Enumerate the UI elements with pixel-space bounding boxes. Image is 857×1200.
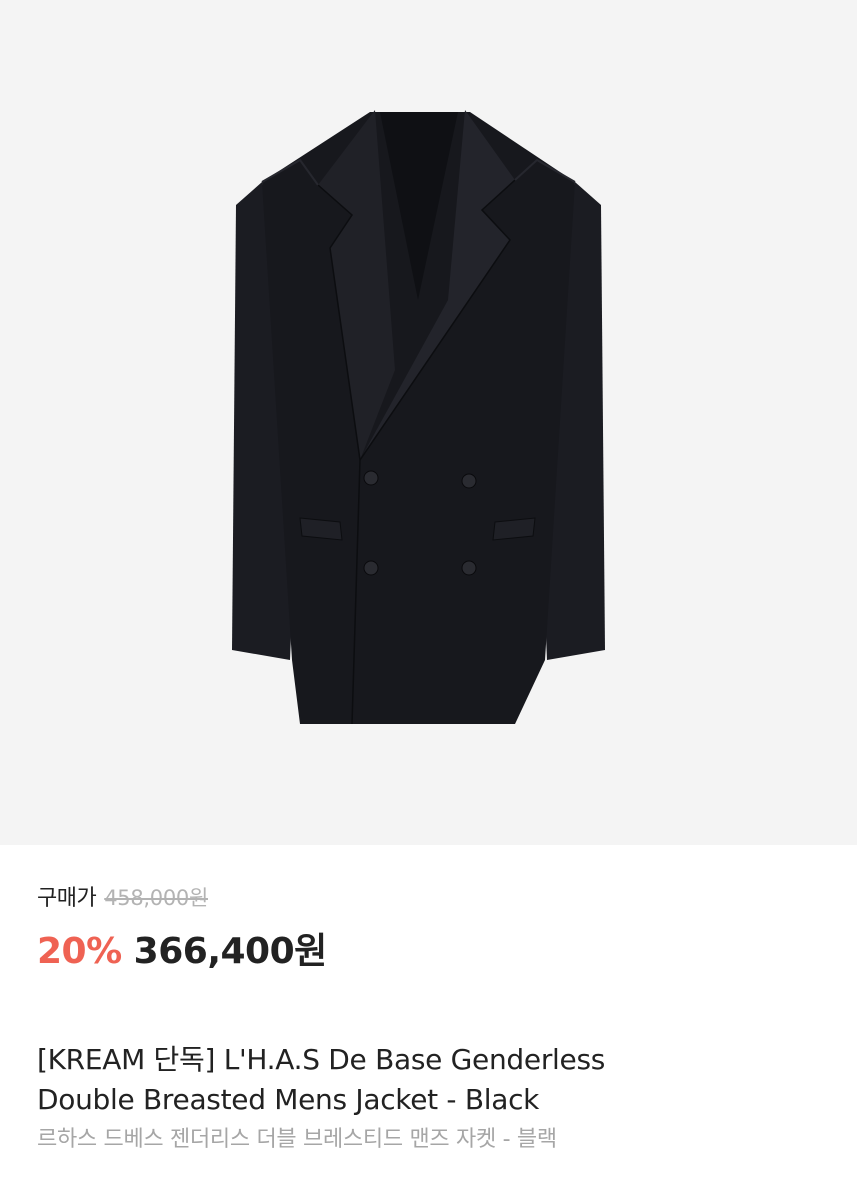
button-icon — [363, 470, 379, 486]
original-price: 458,000원 — [104, 886, 208, 910]
sale-price: 366,400원 — [133, 931, 328, 972]
price-row: 구매가 458,000원 — [37, 880, 827, 920]
discount-percent: 20% — [37, 931, 122, 972]
button-icon — [461, 560, 477, 576]
price-label: 구매가 — [37, 886, 97, 911]
jacket-illustration — [232, 110, 605, 725]
product-info: 구매가 458,000원 20% 366,400원 [KREAM 단독] L'H… — [37, 880, 827, 1156]
button-icon — [363, 560, 379, 576]
product-title: [KREAM 단독] L'H.A.S De Base Genderless Do… — [37, 1040, 827, 1120]
button-icon — [461, 473, 477, 489]
product-title-line1: [KREAM 단독] L'H.A.S De Base Genderless — [37, 1043, 606, 1076]
product-subtitle: 르하스 드베스 젠더리스 더블 브레스티드 맨즈 자켓 - 블랙 — [37, 1127, 557, 1152]
product-title-line2: Double Breasted Mens Jacket - Black — [37, 1083, 540, 1116]
product-image[interactable] — [0, 0, 857, 845]
sale-price-row: 20% 366,400원 — [37, 922, 827, 974]
